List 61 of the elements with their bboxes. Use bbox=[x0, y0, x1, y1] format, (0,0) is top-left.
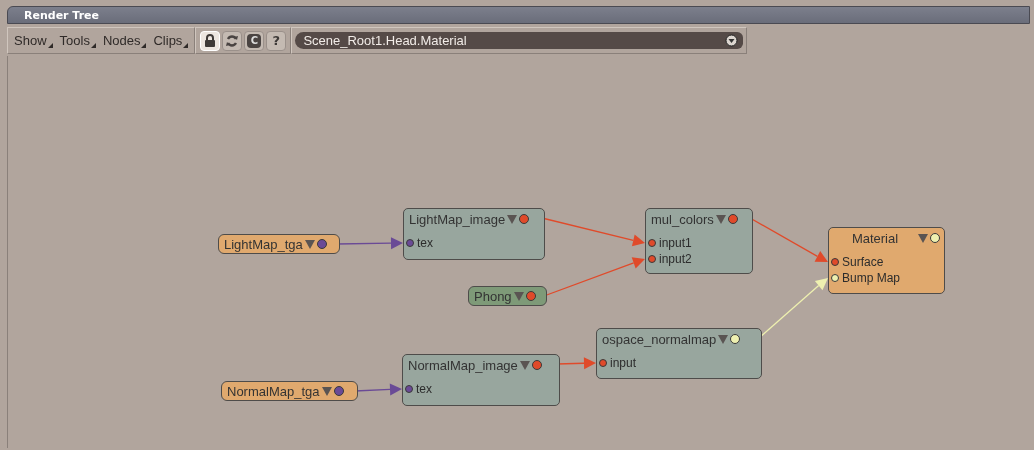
output-port[interactable] bbox=[531, 360, 542, 370]
shader-node[interactable]: LightMap_image tex bbox=[403, 208, 545, 260]
submenu-corner-icon bbox=[90, 43, 96, 48]
output-port[interactable] bbox=[730, 334, 741, 344]
output-port[interactable] bbox=[930, 233, 940, 243]
output-port[interactable] bbox=[519, 214, 530, 224]
submenu-corner-icon bbox=[47, 43, 53, 48]
window-title: Render Tree bbox=[24, 8, 99, 22]
node-title: LightMap_image bbox=[409, 211, 506, 227]
triangle-icon[interactable] bbox=[519, 360, 530, 370]
port-label: tex bbox=[416, 382, 432, 396]
node-title: ospace_normalmap bbox=[602, 331, 717, 347]
port-label: Bump Map bbox=[842, 271, 901, 285]
menu-button[interactable]: Nodes bbox=[102, 33, 147, 48]
shader-node[interactable]: NormalMap_image tex bbox=[402, 354, 560, 406]
node-title: NormalMap_tga bbox=[227, 383, 320, 399]
toolbar-button[interactable]: C bbox=[244, 30, 265, 51]
shader-node[interactable]: mul_colors input1 input2 bbox=[645, 208, 753, 274]
menu-button[interactable]: Tools bbox=[59, 33, 96, 48]
path-dropdown[interactable]: Scene_Root1.Head.Material bbox=[295, 32, 744, 49]
lock-icon bbox=[204, 34, 217, 47]
triangle-icon[interactable] bbox=[507, 214, 518, 224]
refresh-icon bbox=[225, 33, 240, 48]
output-port[interactable] bbox=[333, 386, 344, 396]
port-label: input1 bbox=[659, 236, 692, 250]
input-port[interactable] bbox=[648, 239, 656, 247]
input-port[interactable] bbox=[648, 255, 656, 263]
input-port[interactable] bbox=[405, 385, 413, 393]
port-label: input bbox=[610, 356, 637, 370]
triangle-icon[interactable] bbox=[304, 239, 315, 249]
output-port[interactable] bbox=[525, 291, 536, 301]
triangle-icon[interactable] bbox=[918, 233, 928, 243]
menu-button[interactable]: Show bbox=[14, 33, 53, 48]
submenu-corner-icon bbox=[183, 43, 189, 48]
output-port[interactable] bbox=[316, 239, 327, 249]
shader-pill-node[interactable]: Phong bbox=[468, 286, 547, 306]
shader-pill-node[interactable]: LightMap_tga bbox=[218, 234, 340, 254]
input-port[interactable] bbox=[599, 359, 607, 367]
help-button[interactable]: ? bbox=[266, 30, 287, 51]
shader-node[interactable]: ospace_normalmap input bbox=[596, 328, 762, 379]
menu-button[interactable]: Clips bbox=[153, 33, 189, 48]
refresh-button[interactable] bbox=[222, 30, 243, 51]
node-title: Material bbox=[850, 230, 900, 246]
triangle-icon[interactable] bbox=[321, 386, 332, 396]
node-title: mul_colors bbox=[651, 211, 714, 227]
port-label: input2 bbox=[659, 252, 692, 266]
shader-node[interactable]: Material Surface Bump Map bbox=[828, 227, 945, 294]
submenu-corner-icon bbox=[141, 43, 147, 48]
input-port[interactable] bbox=[831, 274, 839, 282]
output-port[interactable] bbox=[727, 214, 738, 224]
node-title: NormalMap_image bbox=[408, 357, 518, 373]
node-title: LightMap_tga bbox=[224, 236, 303, 252]
input-port[interactable] bbox=[406, 239, 414, 247]
port-label: Surface bbox=[842, 255, 884, 269]
node-title: Phong bbox=[474, 288, 512, 304]
triangle-icon[interactable] bbox=[513, 291, 524, 301]
lock-button[interactable] bbox=[200, 30, 221, 51]
triangle-icon[interactable] bbox=[715, 214, 726, 224]
input-port[interactable] bbox=[831, 258, 839, 266]
port-label: tex bbox=[417, 236, 433, 250]
shader-pill-node[interactable]: NormalMap_tga bbox=[221, 381, 358, 401]
